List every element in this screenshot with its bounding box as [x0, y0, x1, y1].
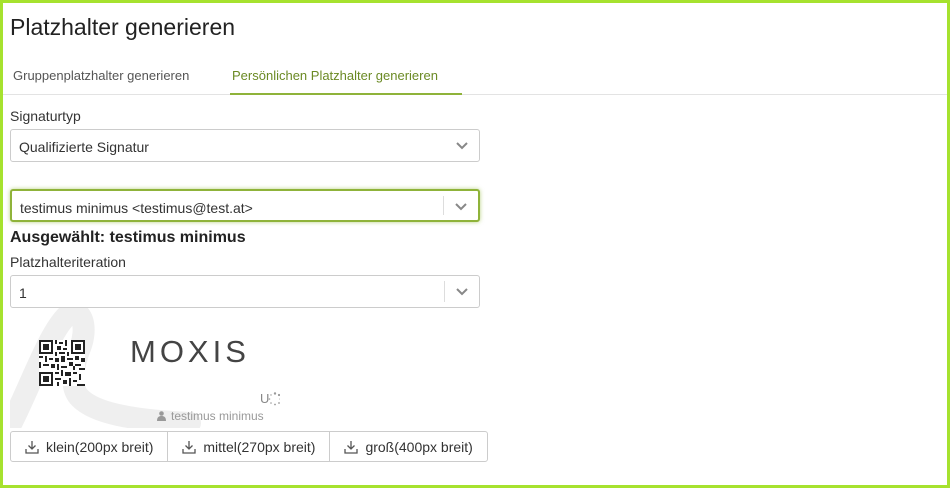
signer-name: testimus minimus [171, 409, 264, 423]
signer-line: testimus minimus [157, 409, 264, 423]
download-button-group: klein(200px breit) mittel(270px breit) g… [10, 431, 488, 462]
active-tab-indicator [230, 93, 462, 95]
tab-group-placeholder[interactable]: Gruppenplatzhalter generieren [13, 68, 189, 83]
selected-user-text: Ausgewählt: testimus minimus [10, 229, 246, 246]
download-small-label: klein(200px breit) [46, 438, 154, 455]
iteration-label: Platzhalteriteration [10, 254, 126, 270]
chevron-down-icon[interactable] [454, 201, 468, 213]
select-divider [444, 281, 445, 302]
user-select-value: testimus minimus <testimus@test.at> [20, 200, 253, 216]
iteration-value: 1 [19, 285, 27, 301]
page-title: Platzhalter generieren [10, 14, 236, 40]
signature-type-select[interactable]: Qualifizierte Signatur [10, 129, 480, 162]
tab-bar: Gruppenplatzhalter generieren Persönlich… [3, 60, 947, 95]
qr-code-icon [39, 340, 85, 386]
chevron-down-icon [456, 142, 468, 150]
download-icon [25, 440, 39, 454]
moxis-logo: MOXIS [130, 334, 250, 370]
download-small-button[interactable]: klein(200px breit) [10, 431, 169, 462]
download-medium-label: mittel(270px breit) [203, 438, 316, 455]
download-large-button[interactable]: groß(400px breit) [329, 431, 488, 462]
signature-type-label: Signaturtyp [10, 108, 81, 124]
download-icon [344, 440, 359, 454]
chevron-down-icon[interactable] [455, 286, 469, 298]
tab-personal-placeholder[interactable]: Persönlichen Platzhalter generieren [232, 68, 438, 83]
select-divider [443, 196, 444, 215]
person-icon [157, 411, 166, 421]
iteration-select[interactable]: 1 [10, 275, 480, 308]
signature-type-value: Qualifizierte Signatur [19, 139, 149, 155]
spinner-icon [268, 392, 280, 406]
download-medium-button[interactable]: mittel(270px breit) [167, 431, 331, 462]
download-icon [182, 440, 197, 454]
download-large-label: groß(400px breit) [365, 438, 473, 455]
logo-text: MOXIS [130, 334, 250, 369]
user-select[interactable]: testimus minimus <testimus@test.at> [10, 189, 480, 222]
signature-placeholder-preview: MOXIS U testimus minimus [10, 308, 280, 428]
